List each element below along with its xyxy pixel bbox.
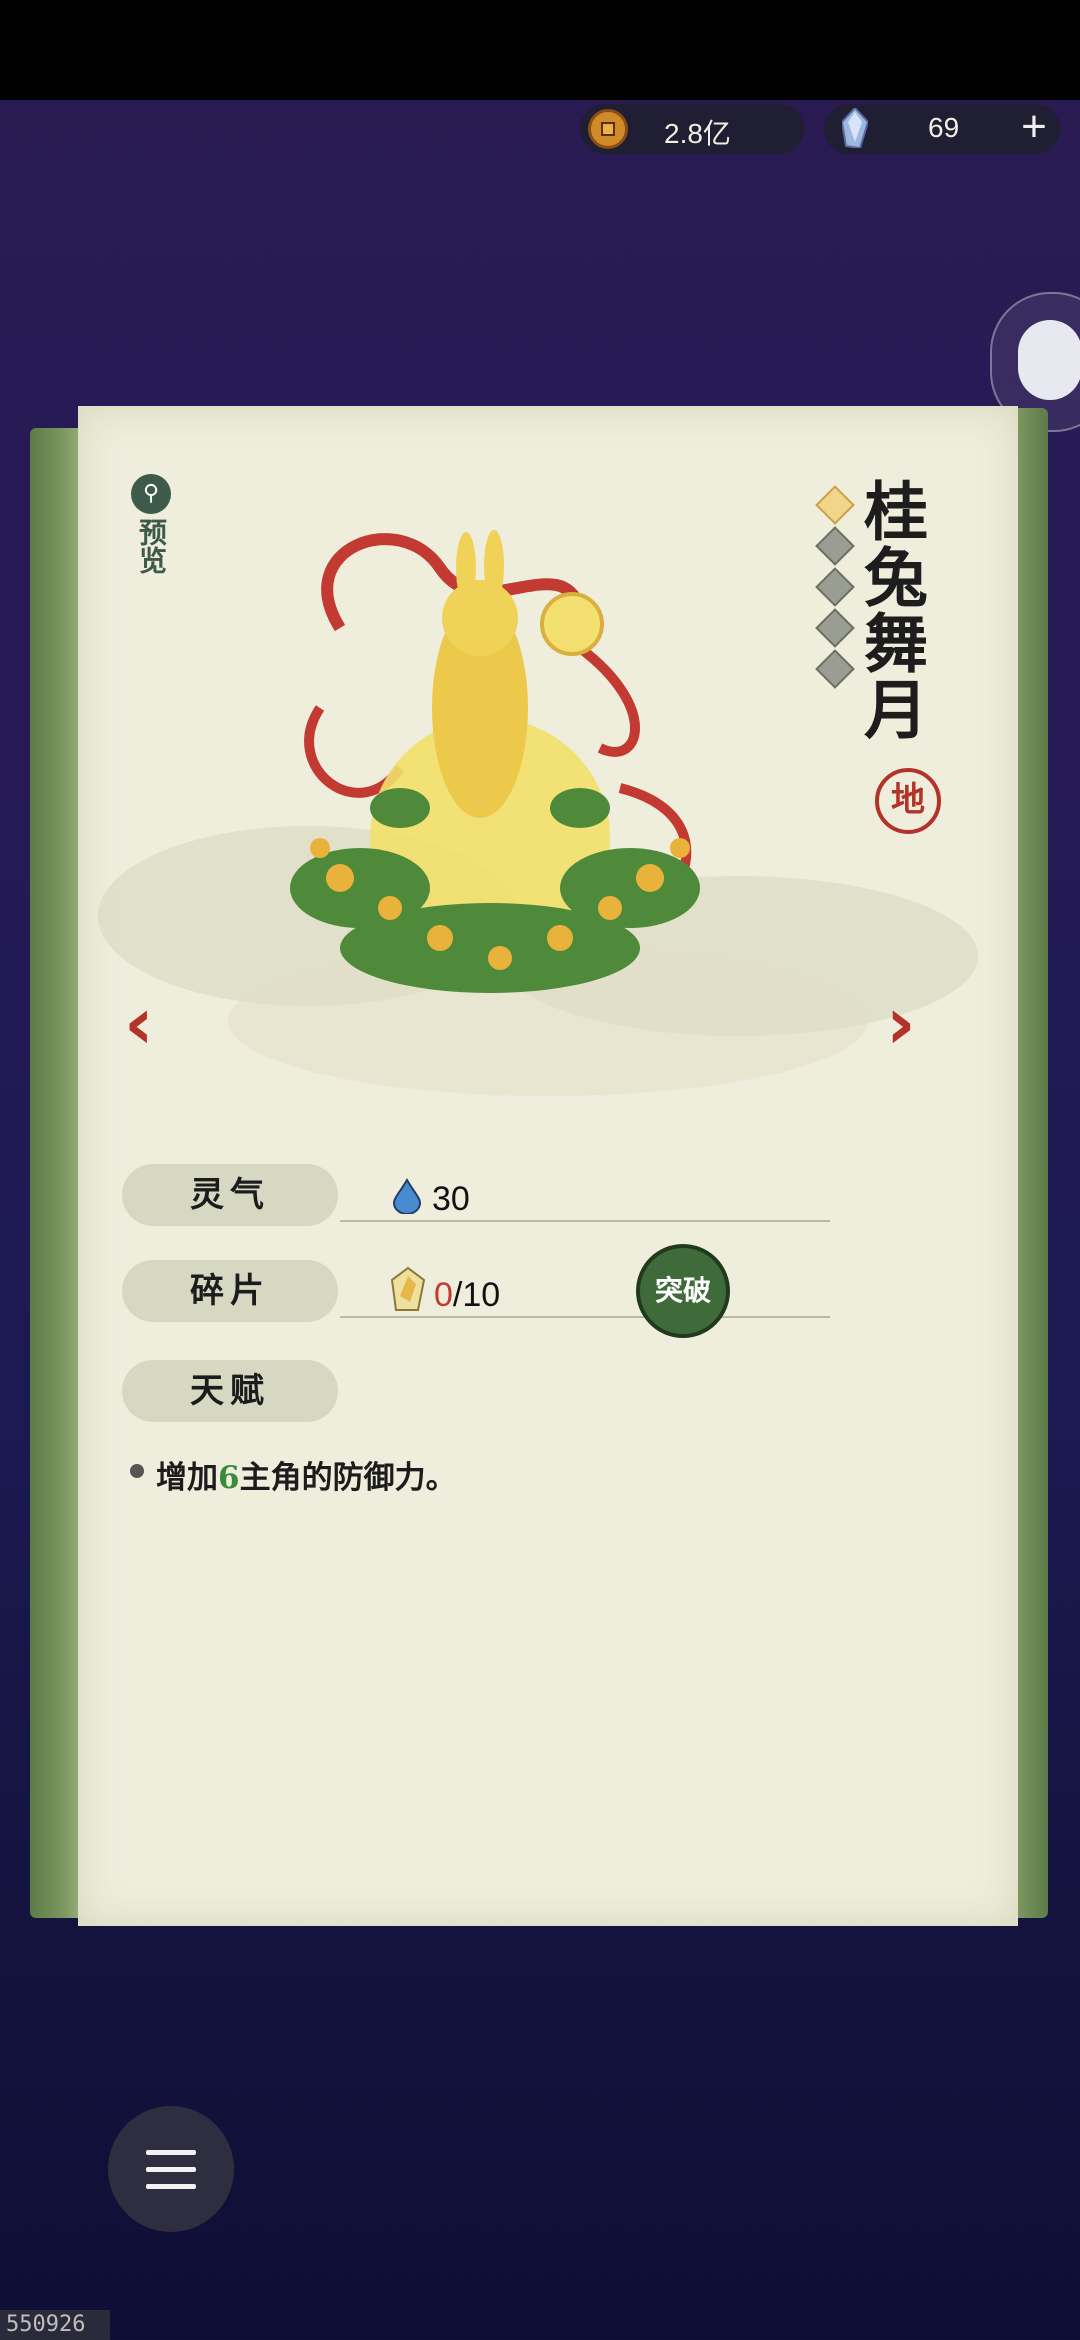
gem-counter[interactable]: 69 + (824, 104, 1060, 154)
fragment-current: 0 (434, 1276, 453, 1314)
aura-label: 灵气 (122, 1164, 338, 1226)
preview-button[interactable]: ⚲ 预览 (126, 474, 176, 574)
divider (340, 1220, 830, 1222)
status-bar (0, 0, 1080, 100)
gem-amount: 69 (928, 112, 960, 143)
spirit-illustration (290, 530, 700, 993)
talent-desc-number: 6 (218, 1460, 240, 1496)
divider (340, 1316, 830, 1318)
talent-description: 增加6主角的防御力。 (156, 1452, 457, 1497)
breakthrough-button[interactable]: 突破 (636, 1244, 730, 1338)
fragment-total: /10 (452, 1276, 501, 1314)
fragment-icon (390, 1266, 426, 1311)
chevron-left-icon: ‹ (124, 981, 154, 1065)
talent-desc-post: 主角的防御力。 (239, 1460, 457, 1496)
build-id: 550926 (0, 2310, 110, 2340)
magnifier-icon: ⚲ (131, 474, 171, 514)
aura-value: 30 (432, 1180, 470, 1218)
aura-drop-icon (392, 1178, 422, 1214)
talent-label: 天赋 (122, 1360, 338, 1422)
assistant-icon (1018, 320, 1080, 400)
bullet-dot (130, 1464, 144, 1478)
main-menu-button[interactable] (108, 2106, 234, 2232)
spirit-crystal-icon (842, 108, 868, 148)
prev-spirit-button[interactable]: ‹ (124, 987, 170, 1059)
preview-label: 预览 (135, 518, 168, 574)
talent-desc-pre: 增加 (156, 1460, 218, 1496)
spirit-card-scroll: ⚲ 预览 桂兔舞月 地 ‹ › 灵气 30 碎片 0/10 突破 天赋 增加6主… (30, 398, 1048, 1936)
grade-seal: 地 (875, 768, 941, 834)
spirit-name: 桂兔舞月 (853, 478, 928, 742)
coin-counter[interactable]: 2.8亿 (580, 104, 804, 154)
chevron-right-icon: › (886, 981, 916, 1065)
next-spirit-button[interactable]: › (886, 987, 932, 1059)
coin-amount: 2.8亿 (664, 118, 731, 149)
add-gems-button[interactable]: + (1014, 105, 1054, 149)
fragment-label: 碎片 (122, 1260, 338, 1322)
copper-coin-icon (588, 109, 628, 149)
fragment-count: 0/10 (434, 1276, 500, 1315)
